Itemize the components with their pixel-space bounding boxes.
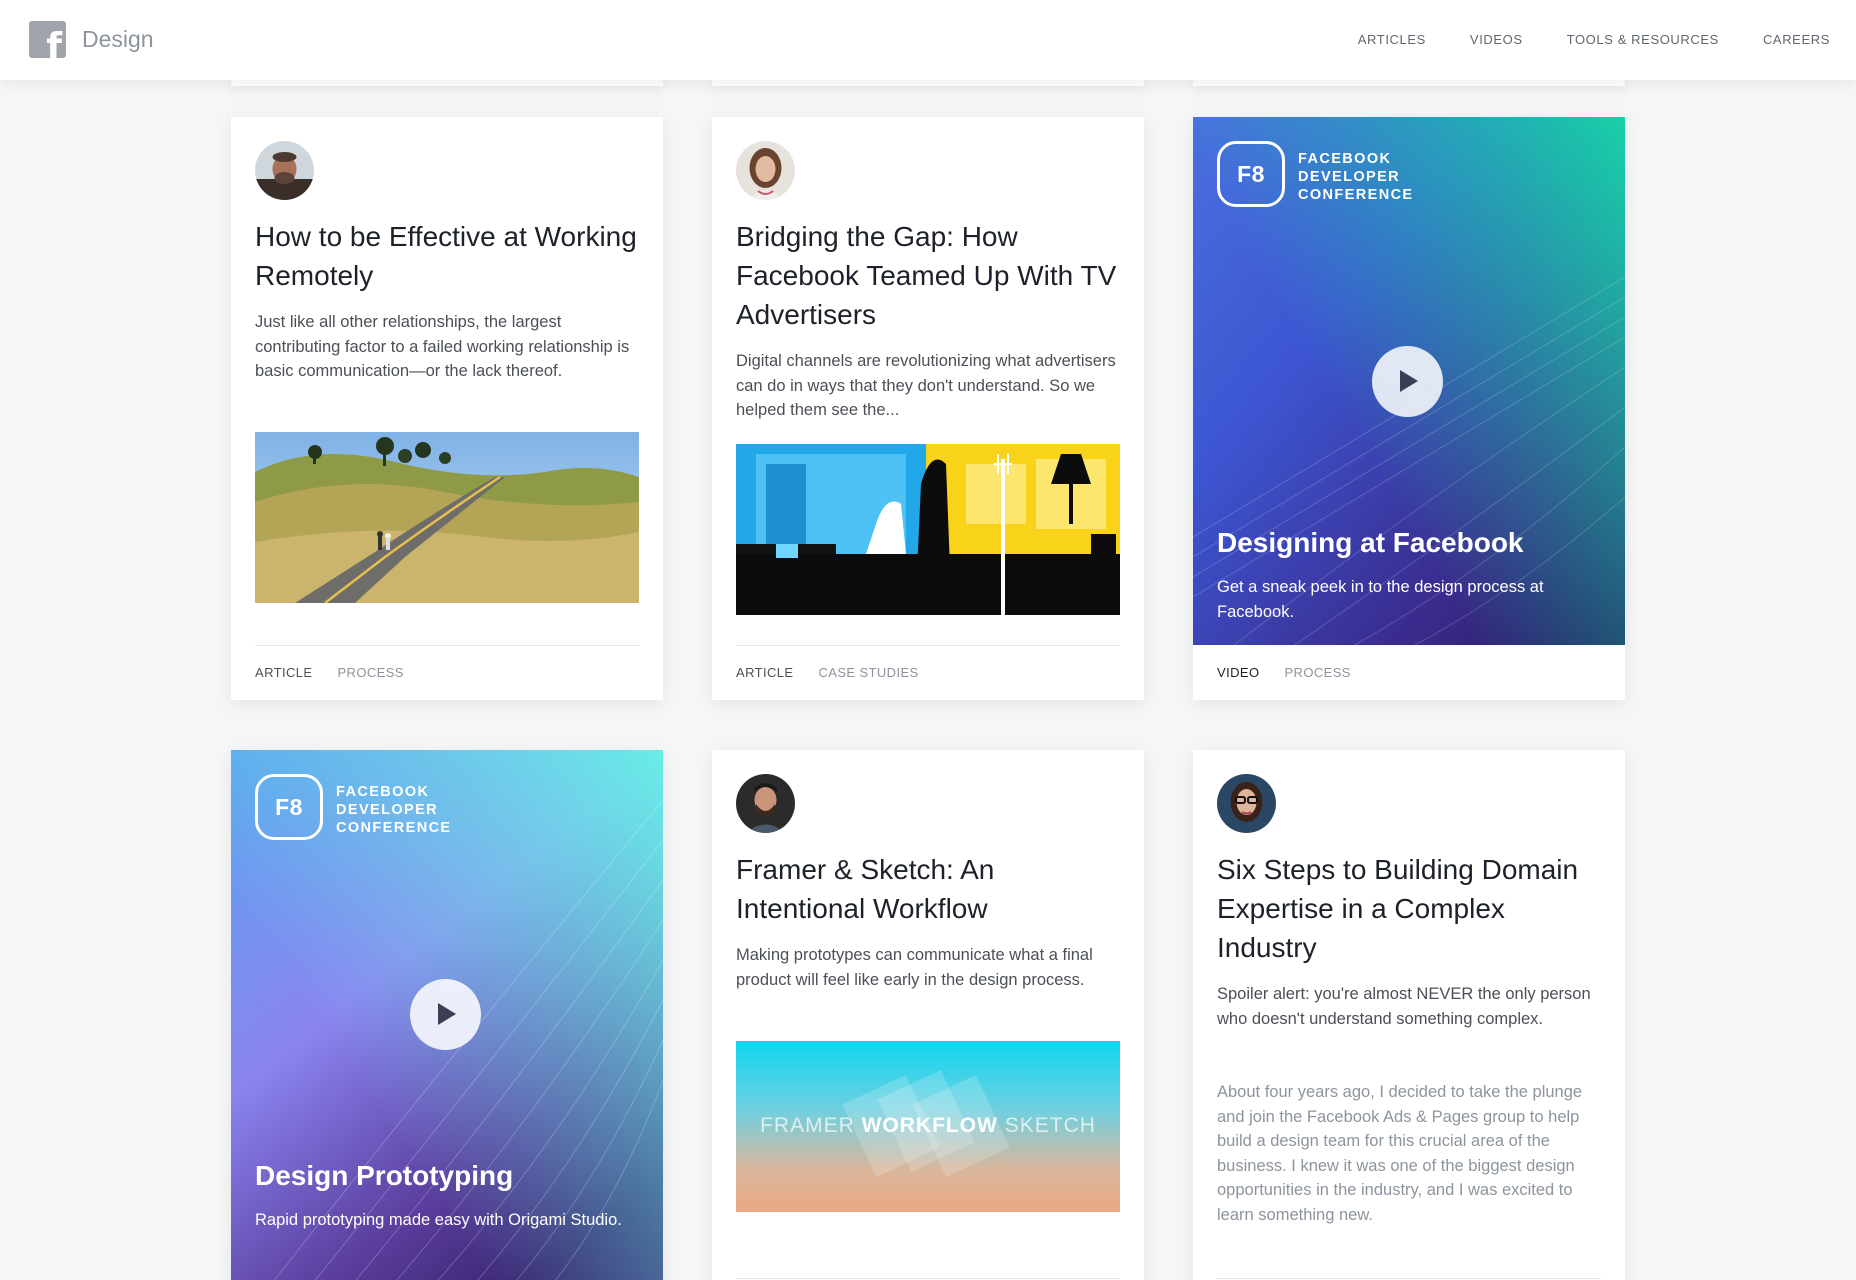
card-title[interactable]: Six Steps to Building Domain Expertise i…	[1217, 850, 1607, 967]
play-button[interactable]	[1372, 346, 1443, 417]
card-tags: ARTICLE CASE STUDIES	[736, 665, 919, 680]
tag-case-studies[interactable]: CASE STUDIES	[818, 665, 918, 680]
card-divider	[255, 645, 639, 646]
author-avatar	[736, 774, 795, 833]
card-tags: ARTICLE PROCESS	[255, 665, 404, 680]
article-card-bridging[interactable]: Bridging the Gap: How Facebook Teamed Up…	[712, 117, 1144, 700]
play-icon	[1400, 370, 1418, 392]
f8-logo: F8	[255, 774, 323, 840]
card-excerpt: About four years ago, I decided to take …	[1217, 1083, 1583, 1224]
video-card-designing[interactable]: F8 FACEBOOK DEVELOPER CONFERENCE Designi…	[1193, 117, 1625, 700]
card-title[interactable]: Design Prototyping	[255, 1156, 513, 1195]
card-description: Digital channels are revolutionizing wha…	[736, 352, 1116, 419]
card-thumbnail-illustration[interactable]	[736, 444, 1120, 615]
brand-home-link[interactable]: f Design	[29, 21, 154, 58]
card-thumbnail-road[interactable]	[255, 432, 639, 603]
card-divider	[736, 645, 1120, 646]
f8-logo: F8	[1217, 141, 1285, 207]
tag-process[interactable]: PROCESS	[1284, 665, 1350, 680]
tag-article[interactable]: ARTICLE	[255, 665, 312, 680]
video-card-prototyping[interactable]: F8 FACEBOOK DEVELOPER CONFERENCE Design …	[231, 750, 663, 1280]
play-icon	[438, 1003, 456, 1025]
nav-videos[interactable]: VIDEOS	[1470, 32, 1523, 47]
card-title[interactable]: Designing at Facebook	[1217, 523, 1524, 562]
nav-careers[interactable]: CAREERS	[1763, 32, 1830, 47]
article-card-framer[interactable]: Framer & Sketch: An Intentional Workflow…	[712, 750, 1144, 1280]
author-avatar	[736, 141, 795, 200]
tag-process[interactable]: PROCESS	[337, 665, 403, 680]
conference-label: FACEBOOK DEVELOPER CONFERENCE	[336, 784, 452, 836]
tag-article[interactable]: ARTICLE	[736, 665, 793, 680]
card-title[interactable]: Framer & Sketch: An Intentional Workflow	[736, 850, 1126, 928]
card-title[interactable]: Bridging the Gap: How Facebook Teamed Up…	[736, 217, 1126, 334]
facebook-logo-icon: f	[29, 21, 66, 58]
nav-articles[interactable]: ARTICLES	[1358, 32, 1426, 47]
card-description: Just like all other relationships, the l…	[255, 313, 630, 380]
card-footer: VIDEO PROCESS	[1193, 645, 1625, 700]
tag-video[interactable]: VIDEO	[1217, 665, 1259, 680]
card-description: Making prototypes can communicate what a…	[736, 946, 1093, 989]
card-tags: VIDEO PROCESS	[1217, 665, 1351, 680]
article-card-domain[interactable]: Six Steps to Building Domain Expertise i…	[1193, 750, 1625, 1280]
main-nav: ARTICLES VIDEOS TOOLS & RESOURCES CAREER…	[1314, 32, 1830, 47]
author-avatar	[255, 141, 314, 200]
nav-tools-resources[interactable]: TOOLS & RESOURCES	[1567, 32, 1719, 47]
card-description: Get a sneak peek in to the design proces…	[1217, 578, 1544, 621]
card-divider	[1217, 1278, 1601, 1279]
brand-name: Design	[82, 26, 154, 52]
card-title[interactable]: How to be Effective at Working Remotely	[255, 217, 645, 295]
conference-label: FACEBOOK DEVELOPER CONFERENCE	[1298, 151, 1414, 203]
card-divider	[736, 1278, 1120, 1279]
top-nav-bar: f Design ARTICLES VIDEOS TOOLS & RESOURC…	[0, 0, 1856, 80]
article-card-remote[interactable]: How to be Effective at Working Remotely …	[231, 117, 663, 700]
thumbnail-caption: FRAMER WORKFLOW SKETCH	[760, 1114, 1096, 1137]
card-description: Spoiler alert: you're almost NEVER the o…	[1217, 985, 1591, 1028]
card-description: Rapid prototyping made easy with Origami…	[255, 1211, 622, 1229]
play-button[interactable]	[410, 979, 481, 1050]
card-thumbnail-framer[interactable]: FRAMER WORKFLOW SKETCH	[736, 1041, 1120, 1212]
author-avatar	[1217, 774, 1276, 833]
